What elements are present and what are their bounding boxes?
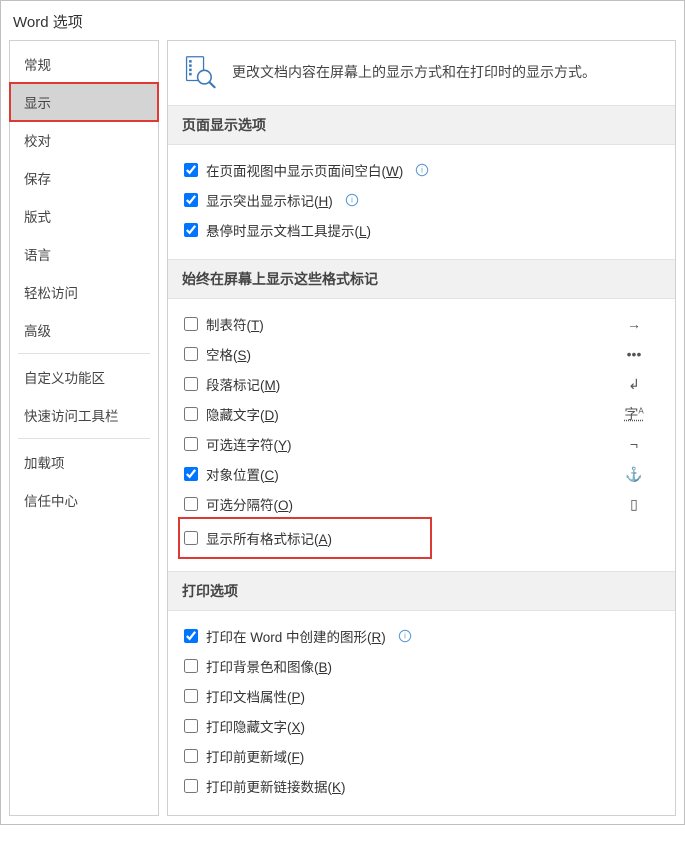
checkbox-show-all[interactable] bbox=[184, 531, 198, 545]
label-optional-break: 可选分隔符(O) bbox=[206, 494, 293, 514]
checkbox-update-links[interactable] bbox=[184, 779, 198, 793]
label-show-highlight: 显示突出显示标记(H) bbox=[206, 190, 333, 210]
section-header-format-marks: 始终在屏幕上显示这些格式标记 bbox=[168, 259, 675, 299]
svg-text:i: i bbox=[351, 196, 353, 205]
checkbox-print-hidden[interactable] bbox=[184, 719, 198, 733]
symbol-hyphen: ¬ bbox=[609, 436, 659, 452]
checkbox-print-drawings[interactable] bbox=[184, 629, 198, 643]
sidebar-item-language[interactable]: 语言 bbox=[10, 235, 158, 273]
hero-text: 更改文档内容在屏幕上的显示方式和在打印时的显示方式。 bbox=[232, 62, 596, 82]
label-update-links: 打印前更新链接数据(K) bbox=[206, 776, 346, 796]
hero: 更改文档内容在屏幕上的显示方式和在打印时的显示方式。 bbox=[168, 41, 675, 105]
svg-text:i: i bbox=[404, 632, 406, 641]
checkbox-show-whitespace[interactable] bbox=[184, 163, 198, 177]
section-format-marks: 制表符(T) → 空格(S) ••• 段落标记(M) ↲ 隐藏文字(D) 字A bbox=[168, 299, 675, 571]
svg-text:i: i bbox=[421, 166, 423, 175]
label-hidden-text: 隐藏文字(D) bbox=[206, 404, 279, 424]
label-spaces: 空格(S) bbox=[206, 344, 251, 364]
section-page-display: 在页面视图中显示页面间空白(W) i 显示突出显示标记(H) i 悬停时显示文档… bbox=[168, 145, 675, 259]
dialog-title: Word 选项 bbox=[1, 1, 684, 40]
checkbox-print-bg[interactable] bbox=[184, 659, 198, 673]
label-print-props: 打印文档属性(P) bbox=[206, 686, 305, 706]
label-update-fields: 打印前更新域(F) bbox=[206, 746, 304, 766]
sidebar-item-advanced[interactable]: 高级 bbox=[10, 311, 158, 349]
checkbox-anchors[interactable] bbox=[184, 467, 198, 481]
checkbox-update-fields[interactable] bbox=[184, 749, 198, 763]
info-icon[interactable]: i bbox=[398, 629, 412, 643]
label-print-hidden: 打印隐藏文字(X) bbox=[206, 716, 305, 736]
label-paragraph: 段落标记(M) bbox=[206, 374, 280, 394]
info-icon[interactable]: i bbox=[345, 193, 359, 207]
label-print-bg: 打印背景色和图像(B) bbox=[206, 656, 332, 676]
symbol-tab: → bbox=[609, 316, 659, 332]
sidebar-item-proofing[interactable]: 校对 bbox=[10, 121, 158, 159]
info-icon[interactable]: i bbox=[415, 163, 429, 177]
sidebar-item-general[interactable]: 常规 bbox=[10, 45, 158, 83]
sidebar-item-qat[interactable]: 快速访问工具栏 bbox=[10, 396, 158, 434]
checkbox-tabs[interactable] bbox=[184, 317, 198, 331]
symbol-anchor: ⚓ bbox=[609, 466, 659, 483]
sidebar-item-trust[interactable]: 信任中心 bbox=[10, 481, 158, 519]
sidebar-item-display[interactable]: 显示 bbox=[10, 83, 158, 121]
sidebar-item-save[interactable]: 保存 bbox=[10, 159, 158, 197]
symbol-hidden: 字A bbox=[609, 404, 659, 424]
sidebar-item-layout[interactable]: 版式 bbox=[10, 197, 158, 235]
sidebar-item-ease[interactable]: 轻松访问 bbox=[10, 273, 158, 311]
label-tabs: 制表符(T) bbox=[206, 314, 264, 334]
symbol-space: ••• bbox=[609, 346, 659, 362]
content-pane: 更改文档内容在屏幕上的显示方式和在打印时的显示方式。 页面显示选项 在页面视图中… bbox=[167, 40, 676, 816]
sidebar-separator bbox=[18, 438, 150, 439]
symbol-break: ▯ bbox=[609, 496, 659, 513]
section-print: 打印在 Word 中创建的图形(R) i 打印背景色和图像(B) 打印文档属性(… bbox=[168, 611, 675, 815]
sidebar-separator bbox=[18, 353, 150, 354]
checkbox-print-props[interactable] bbox=[184, 689, 198, 703]
checkbox-optional-hyphen[interactable] bbox=[184, 437, 198, 451]
label-show-tooltips: 悬停时显示文档工具提示(L) bbox=[206, 220, 371, 240]
sidebar-item-ribbon[interactable]: 自定义功能区 bbox=[10, 358, 158, 396]
checkbox-paragraph[interactable] bbox=[184, 377, 198, 391]
label-print-drawings: 打印在 Word 中创建的图形(R) bbox=[206, 626, 386, 646]
checkbox-spaces[interactable] bbox=[184, 347, 198, 361]
highlight-show-all: 显示所有格式标记(A) bbox=[180, 519, 430, 557]
checkbox-show-highlight[interactable] bbox=[184, 193, 198, 207]
label-show-all: 显示所有格式标记(A) bbox=[206, 528, 332, 548]
checkbox-show-tooltips[interactable] bbox=[184, 223, 198, 237]
label-show-whitespace: 在页面视图中显示页面间空白(W) bbox=[206, 160, 403, 180]
page-magnifier-icon bbox=[184, 55, 218, 89]
checkbox-optional-break[interactable] bbox=[184, 497, 198, 511]
sidebar-item-addins[interactable]: 加载项 bbox=[10, 443, 158, 481]
symbol-paragraph: ↲ bbox=[609, 376, 659, 393]
options-dialog: Word 选项 常规 显示 校对 保存 版式 语言 轻松访问 高级 自定义功能区… bbox=[0, 0, 685, 825]
checkbox-hidden-text[interactable] bbox=[184, 407, 198, 421]
section-header-page-display: 页面显示选项 bbox=[168, 105, 675, 145]
label-optional-hyphen: 可选连字符(Y) bbox=[206, 434, 292, 454]
section-header-print: 打印选项 bbox=[168, 571, 675, 611]
category-sidebar: 常规 显示 校对 保存 版式 语言 轻松访问 高级 自定义功能区 快速访问工具栏… bbox=[9, 40, 159, 816]
label-anchors: 对象位置(C) bbox=[206, 464, 279, 484]
